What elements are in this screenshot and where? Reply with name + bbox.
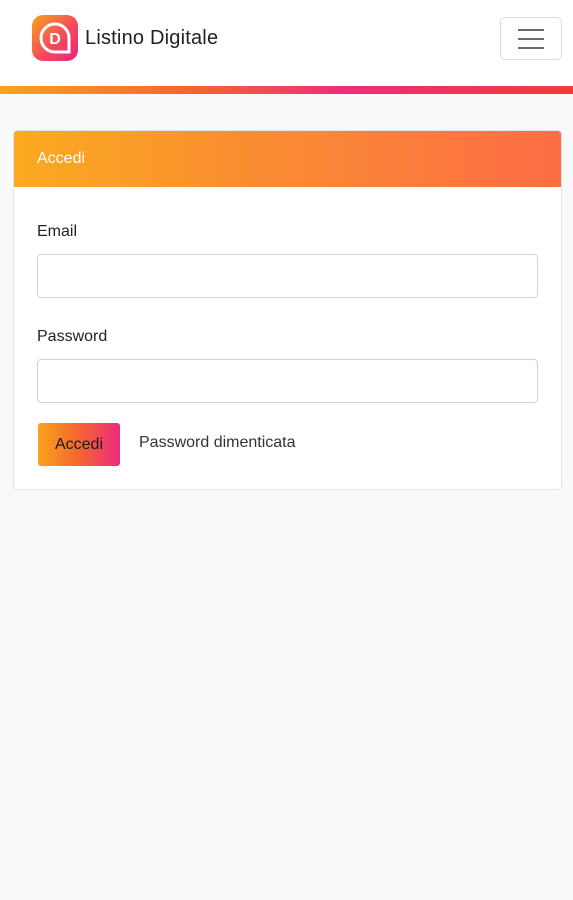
email-form-group: Email: [37, 223, 538, 298]
email-field[interactable]: [37, 254, 538, 298]
hamburger-menu-icon: [518, 37, 544, 40]
hamburger-menu-icon: [518, 28, 544, 31]
hamburger-menu-icon: [518, 46, 544, 49]
brand-link[interactable]: D Listino Digitale: [32, 15, 218, 61]
password-field[interactable]: [37, 359, 538, 403]
login-card: Accedi Email Password Accedi Password di…: [13, 130, 562, 490]
svg-text:D: D: [49, 31, 61, 48]
email-label: Email: [37, 223, 78, 240]
login-card-header: Accedi: [14, 131, 561, 187]
app-logo-icon: D: [32, 15, 78, 61]
navbar-accent-stripe: [0, 86, 573, 94]
navbar: D Listino Digitale: [0, 0, 573, 86]
forgot-password-link[interactable]: Password dimenticata: [139, 434, 296, 452]
password-form-group: Password: [37, 328, 538, 403]
password-label: Password: [37, 328, 108, 345]
navbar-toggle-button[interactable]: [500, 17, 562, 60]
brand-name: Listino Digitale: [85, 26, 219, 49]
login-card-title: Accedi: [37, 150, 86, 167]
login-button[interactable]: Accedi: [38, 423, 120, 466]
